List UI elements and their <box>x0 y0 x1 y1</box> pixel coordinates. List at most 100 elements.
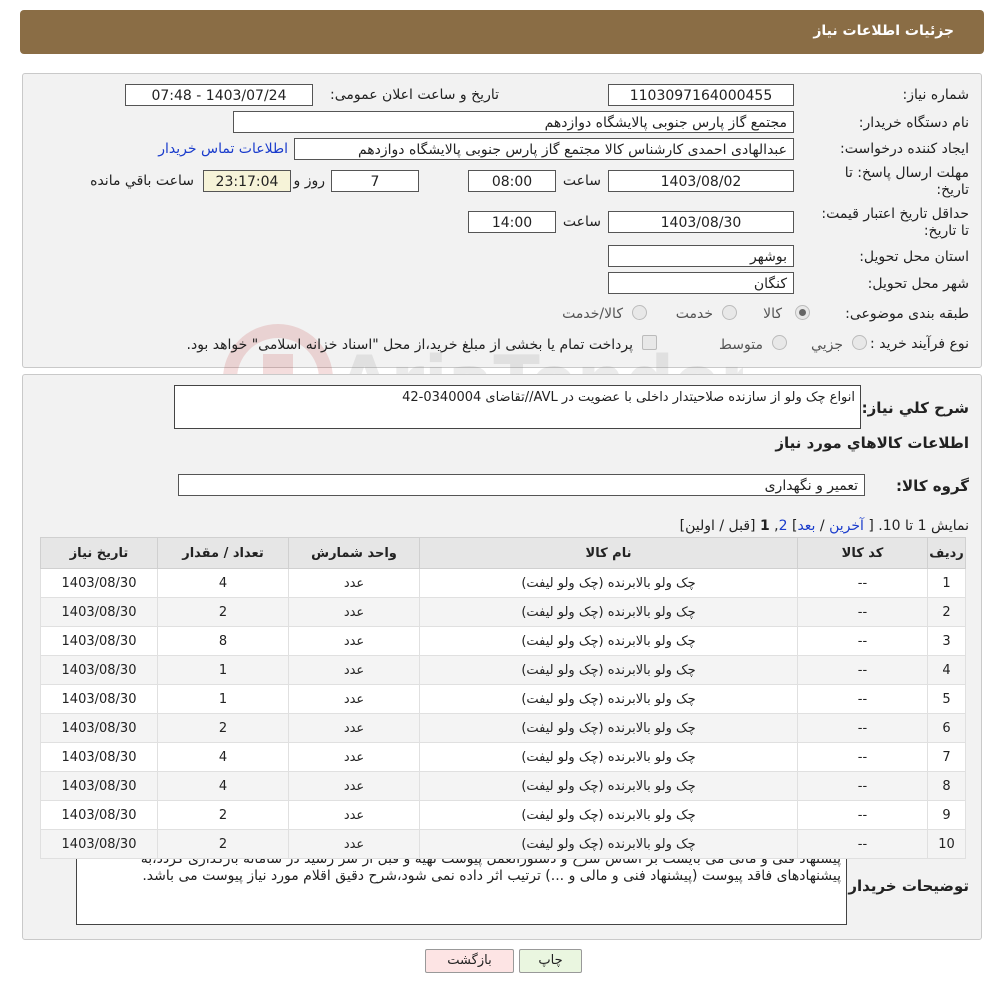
announce-field: 1403/07/24 - 07:48 <box>125 84 313 106</box>
process-option-partial: جزيي <box>811 337 843 353</box>
category-radio-service[interactable] <box>722 305 737 320</box>
cell-name: چک ولو بالابرنده (چک ولو لیفت) <box>419 742 798 772</box>
cell-row-num: 7 <box>927 742 966 772</box>
print-button[interactable]: چاپ <box>519 949 582 973</box>
cell-qty: 2 <box>157 829 289 859</box>
cell-date: 1403/08/30 <box>40 597 158 627</box>
col-header-unit: واحد شمارش <box>288 537 420 569</box>
cell-qty: 2 <box>157 597 289 627</box>
cell-row-num: 4 <box>927 655 966 685</box>
creator-label: ایجاد کننده درخواست: <box>840 141 969 157</box>
category-option-goods-service: کالا/خدمت <box>562 306 623 322</box>
cell-row-num: 10 <box>927 829 966 859</box>
days-field: 7 <box>331 170 419 192</box>
creator-field: عبدالهادی احمدی کارشناس کالا مجتمع گاز پ… <box>294 138 794 160</box>
cell-qty: 2 <box>157 800 289 830</box>
pagination-page-2[interactable]: 2 <box>779 518 788 534</box>
table-row: 8 -- چک ولو بالابرنده (چک ولو لیفت) عدد 4 140… <box>40 771 966 801</box>
summary-textarea[interactable]: انواع چک ولو از سازنده صلاحیتدار داخلی ب… <box>174 385 861 429</box>
category-option-goods: کالا <box>763 306 782 322</box>
deadline-date-field: 1403/08/02 <box>608 170 794 192</box>
cell-qty: 4 <box>157 771 289 801</box>
table-row: 5 -- چک ولو بالابرنده (چک ولو لیفت) عدد 1 140… <box>40 684 966 714</box>
cell-code: -- <box>797 655 928 685</box>
cell-unit: عدد <box>288 829 420 859</box>
category-option-service: خدمت <box>675 306 713 322</box>
cell-qty: 4 <box>157 742 289 772</box>
back-button[interactable]: بازگشت <box>425 949 514 973</box>
cell-code: -- <box>797 742 928 772</box>
province-field: بوشهر <box>608 245 794 267</box>
cell-unit: عدد <box>288 684 420 714</box>
cell-date: 1403/08/30 <box>40 829 158 859</box>
category-radio-goods-service[interactable] <box>632 305 647 320</box>
category-radio-goods[interactable] <box>795 305 810 320</box>
pagination-last-link[interactable]: آخرین <box>829 518 864 534</box>
buyer-org-label: نام دستگاه خریدار: <box>858 115 969 131</box>
page-header: جزئیات اطلاعات نیاز <box>20 10 984 54</box>
buyer-org-field: مجتمع گاز پارس جنوبی پالایشگاه دوازدهم <box>233 111 794 133</box>
cell-name: چک ولو بالابرنده (چک ولو لیفت) <box>419 800 798 830</box>
col-header-code: کد کالا <box>797 537 928 569</box>
cell-name: چک ولو بالابرنده (چک ولو لیفت) <box>419 684 798 714</box>
cell-code: -- <box>797 597 928 627</box>
days-label: روز و <box>293 173 326 189</box>
remaining-time-field: 23:17:04 <box>203 170 291 192</box>
cell-date: 1403/08/30 <box>40 742 158 772</box>
deadline-label: مهلت ارسال پاسخ: تا تاریخ: <box>844 165 969 198</box>
cell-date: 1403/08/30 <box>40 684 158 714</box>
table-row: 10 -- چک ولو بالابرنده (چک ولو لیفت) عدد 2 14… <box>40 829 966 859</box>
process-radio-medium[interactable] <box>772 335 787 350</box>
cell-row-num: 2 <box>927 597 966 627</box>
remaining-label: ساعت باقي مانده <box>90 173 194 189</box>
validity-label: حداقل تاریخ اعتبار قیمت: تا تاریخ: <box>821 206 969 239</box>
col-header-qty: تعداد / مقدار <box>157 537 289 569</box>
cell-name: چک ولو بالابرنده (چک ولو لیفت) <box>419 829 798 859</box>
pagination-current-page: 1 <box>759 518 770 534</box>
buyer-contact-link[interactable]: اطلاعات تماس خریدار <box>158 141 288 157</box>
cell-unit: عدد <box>288 713 420 743</box>
cell-unit: عدد <box>288 597 420 627</box>
cell-qty: 2 <box>157 713 289 743</box>
validity-time-field: 14:00 <box>468 211 556 233</box>
cell-date: 1403/08/30 <box>40 800 158 830</box>
cell-code: -- <box>797 626 928 656</box>
cell-qty: 1 <box>157 684 289 714</box>
cell-name: چک ولو بالابرنده (چک ولو لیفت) <box>419 655 798 685</box>
cell-row-num: 6 <box>927 713 966 743</box>
process-treasury-note: پرداخت تمام یا بخشی از مبلغ خرید،از محل … <box>186 337 633 353</box>
pagination-info: نمايش 1 تا 10. <box>878 518 969 534</box>
table-row: 1 -- چک ولو بالابرنده (چک ولو لیفت) عدد 4 140… <box>40 568 966 598</box>
table-row: 6 -- چک ولو بالابرنده (چک ولو لیفت) عدد 2 140… <box>40 713 966 743</box>
process-radio-partial[interactable] <box>852 335 867 350</box>
col-header-row-num: رديف <box>927 537 966 569</box>
cell-name: چک ولو بالابرنده (چک ولو لیفت) <box>419 713 798 743</box>
cell-row-num: 1 <box>927 568 966 598</box>
cell-qty: 4 <box>157 568 289 598</box>
cell-row-num: 9 <box>927 800 966 830</box>
cell-code: -- <box>797 829 928 859</box>
category-label: طبقه بندی موضوعی: <box>845 306 969 322</box>
items-table: رديف کد کالا نام کالا واحد شمارش تعداد /… <box>40 537 966 859</box>
cell-unit: عدد <box>288 742 420 772</box>
process-treasury-checkbox[interactable] <box>642 335 657 350</box>
pagination-separator: / <box>819 518 825 534</box>
cell-unit: عدد <box>288 800 420 830</box>
validity-date-field: 1403/08/30 <box>608 211 794 233</box>
table-row: 3 -- چک ولو بالابرنده (چک ولو لیفت) عدد 8 140… <box>40 626 966 656</box>
cell-name: چک ولو بالابرنده (چک ولو لیفت) <box>419 626 798 656</box>
cell-qty: 8 <box>157 626 289 656</box>
cell-code: -- <box>797 771 928 801</box>
group-label: گروه کالا: <box>896 477 969 495</box>
info-panel: AriaTender.neT شماره نیاز: 1103097164000… <box>22 73 982 434</box>
need-number-field: 1103097164000455 <box>608 84 794 106</box>
table-row: 2 -- چک ولو بالابرنده (چک ولو لیفت) عدد 2 140… <box>40 597 966 627</box>
cell-date: 1403/08/30 <box>40 771 158 801</box>
pagination: نمايش 1 تا 10. [ آخرین / بعد] 2, 1 [قبل … <box>680 518 969 534</box>
province-label: استان محل تحویل: <box>859 249 969 265</box>
summary-label: شرح کلي نياز: <box>861 399 969 417</box>
pagination-next-link[interactable]: بعد <box>797 518 815 534</box>
deadline-time-field: 08:00 <box>468 170 556 192</box>
cell-name: چک ولو بالابرنده (چک ولو لیفت) <box>419 597 798 627</box>
cell-qty: 1 <box>157 655 289 685</box>
